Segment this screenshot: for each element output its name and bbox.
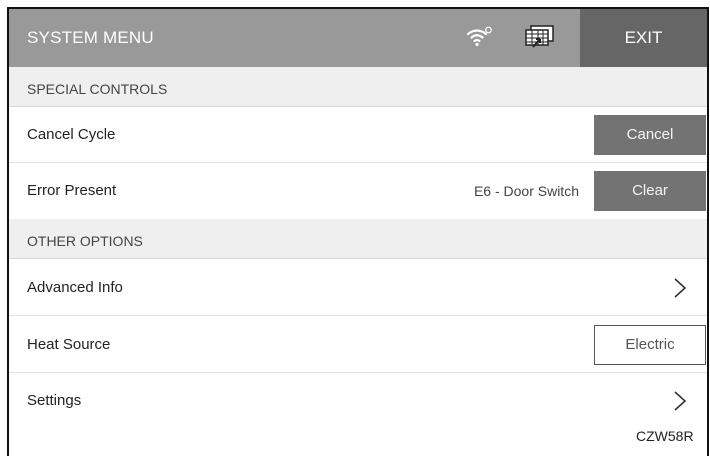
cancel-button[interactable]: Cancel — [594, 115, 706, 155]
row-heat-source: Heat Source Electric — [9, 317, 707, 373]
row-error-present: Error Present E6 - Door Switch Clear — [9, 163, 707, 219]
row-settings[interactable]: Settings — [9, 373, 707, 429]
row-label: Error Present — [27, 182, 117, 199]
section-header-special-controls: SPECIAL CONTROLS — [9, 67, 707, 107]
row-cancel-cycle: Cancel Cycle Cancel — [9, 107, 707, 163]
wifi-icon — [467, 26, 492, 47]
exit-button[interactable]: EXIT — [580, 9, 707, 67]
row-label: Settings — [27, 392, 82, 409]
header-bar: SYSTEM MENU EXIT — [9, 9, 707, 67]
figure-code: CZW58R — [636, 428, 694, 444]
row-label: Heat Source — [27, 336, 111, 353]
page-title: SYSTEM MENU — [27, 28, 154, 47]
error-status-text: E6 - Door Switch — [473, 183, 579, 199]
row-label: Advanced Info — [27, 279, 123, 296]
row-label: Cancel Cycle — [27, 126, 116, 143]
system-menu-screen: SYSTEM MENU EXIT SPECIAL CONTROLS Cancel… — [7, 7, 709, 456]
network-icon — [525, 25, 554, 48]
clear-button[interactable]: Clear — [594, 171, 706, 211]
section-header-other-options: OTHER OPTIONS — [9, 219, 707, 259]
heat-source-button[interactable]: Electric — [594, 325, 706, 365]
chevron-right-icon[interactable] — [673, 277, 687, 299]
row-advanced-info[interactable]: Advanced Info — [9, 260, 707, 316]
chevron-right-icon[interactable] — [673, 390, 687, 412]
